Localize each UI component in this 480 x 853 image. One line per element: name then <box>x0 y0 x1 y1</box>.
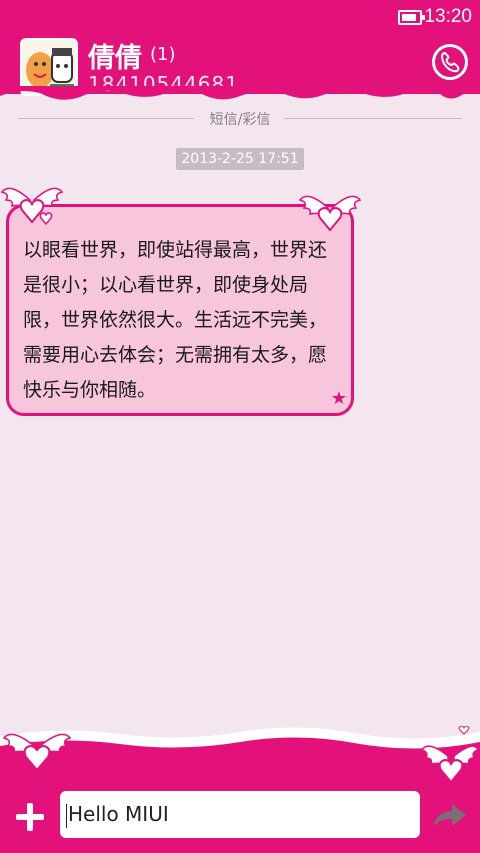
unread-count: (1) <box>150 44 176 65</box>
winged-heart-icon <box>0 187 64 226</box>
star-icon: ★ <box>330 388 347 409</box>
call-button[interactable] <box>432 44 468 80</box>
message-timestamp: 2013-2-25 17:51 <box>176 148 304 170</box>
channel-label: 短信/彩信 <box>209 112 271 128</box>
winged-heart-icon <box>420 726 480 784</box>
attach-button[interactable] <box>14 801 46 833</box>
send-arrow-icon <box>434 804 466 826</box>
contact-name: 倩倩 <box>88 43 142 74</box>
conversation-header: 倩倩 (1) 18410544681 <box>0 34 480 100</box>
battery-icon <box>398 10 425 25</box>
channel-divider: 短信/彩信 <box>18 108 462 130</box>
message-input[interactable]: Hello MIUI <box>60 791 420 838</box>
clock: 13:20 <box>424 6 472 27</box>
winged-heart-icon <box>2 733 72 772</box>
send-button[interactable] <box>432 800 468 830</box>
winged-heart-icon <box>298 195 362 232</box>
header-drip-decoration <box>0 86 480 100</box>
status-bar: 13:20 <box>0 0 480 34</box>
phone-icon <box>441 52 460 73</box>
text-caret <box>66 803 67 828</box>
message-text: 以眼看世界，即使站得最高，世界还是很小；以心看世界，即使身处局限，世界依然很大。… <box>23 239 328 401</box>
divider-line-right <box>284 118 462 119</box>
message-input-value: Hello MIUI <box>68 802 169 826</box>
